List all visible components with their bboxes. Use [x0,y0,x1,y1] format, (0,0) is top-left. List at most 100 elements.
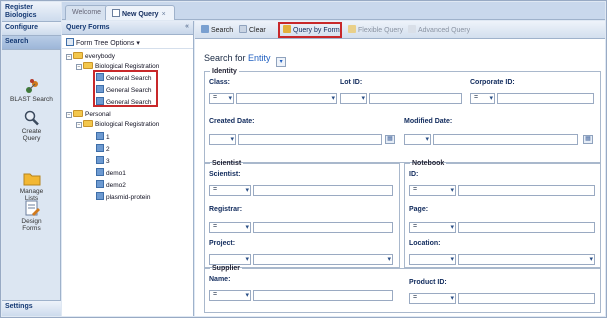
clear-button[interactable]: Clear [239,25,266,35]
search-button[interactable]: Search [201,25,233,35]
registrar-operator-dropdown[interactable]: = [209,222,251,233]
operator-value: = [213,291,218,298]
folder-icon [83,62,93,69]
collapse-panel-icon[interactable]: « [185,23,189,31]
scientist-operator-dropdown[interactable]: = [209,185,251,196]
tree-form-3[interactable]: 3 [96,156,110,166]
advanced-query-button[interactable]: Advanced Query [408,25,470,35]
lot-id-input[interactable] [369,93,462,104]
location-label: Location: [409,240,441,247]
created-date-input[interactable] [238,134,382,145]
design-forms-tool[interactable]: Design Forms [2,200,61,232]
calendar-icon[interactable]: ▦ [385,135,395,144]
scientist-input[interactable] [253,185,393,196]
location-value-dropdown[interactable] [458,254,595,265]
scientist-legend: Scientist [212,160,242,167]
modified-date-label: Modified Date: [404,118,453,125]
nav-register-biologics[interactable]: Register Biologics [2,2,61,22]
supplier-name-operator-dropdown[interactable]: = [209,290,251,301]
supplier-group: Supplier [204,265,601,313]
operator-value: = [213,186,218,193]
tree-folder-bio-registration-2[interactable]: − Biological Registration [76,120,159,129]
notebook-id-input[interactable] [458,185,595,196]
tree-label: Personal [85,111,111,118]
tree-label: demo2 [106,182,126,189]
create-query-tool[interactable]: Create Query [2,110,61,142]
tree-form-demo2[interactable]: demo2 [96,180,126,190]
modified-date-input[interactable] [433,134,578,145]
tab-welcome[interactable]: Welcome [65,5,109,20]
clear-icon [239,25,247,33]
nav-search[interactable]: Search [2,36,61,50]
close-tab-icon[interactable]: × [162,11,166,18]
tab-new-query[interactable]: New Query × [105,5,175,20]
tree-form-demo1[interactable]: demo1 [96,168,126,178]
highlight-box-general-search [93,70,158,107]
project-operator-dropdown[interactable] [209,254,251,265]
tree-folder-everybody[interactable]: − everybody [66,52,115,61]
advanced-query-label: Advanced Query [418,27,471,34]
identity-group: Identity [204,68,601,163]
search-for-entity-value[interactable]: Entity [248,53,271,63]
collapse-toggle-icon[interactable]: − [76,64,82,70]
page-input[interactable] [458,222,595,233]
highlight-box-query-by-form [278,22,342,38]
location-operator-dropdown[interactable] [409,254,456,265]
tree-label: 2 [106,146,110,153]
tree-label: 3 [106,158,110,165]
modified-date-operator-dropdown[interactable] [404,134,431,145]
identity-legend: Identity [212,68,237,75]
lot-id-operator-dropdown[interactable] [340,93,367,104]
tree-label: Biological Registration [95,121,160,128]
lot-id-label: Lot ID: [340,79,363,86]
search-button-label: Search [211,27,234,34]
tree-form-1[interactable]: 1 [96,132,110,142]
class-label: Class: [209,79,231,86]
project-value-dropdown[interactable] [253,254,393,265]
folder-icon [73,110,83,117]
tab-new-query-label: New Query [122,11,159,18]
created-date-label: Created Date: [209,118,255,125]
created-date-operator-dropdown[interactable] [209,134,236,145]
tree-form-2[interactable]: 2 [96,144,110,154]
search-icon [201,25,209,33]
scientist-label: Scientist: [209,171,241,178]
nav-configure[interactable]: Configure [2,22,61,36]
corporate-id-label: Corporate ID: [470,79,515,86]
collapse-toggle-icon[interactable]: − [66,54,72,60]
left-navigation: Register Biologics Configure Search BLAS… [2,2,61,316]
form-tree-options-button[interactable]: Form Tree Options ▾ [62,35,193,49]
form-doc-icon [96,144,104,152]
class-operator-dropdown[interactable]: = [209,93,234,104]
chevron-down-icon: ▾ [136,40,140,47]
collapse-toggle-icon[interactable]: − [76,122,82,128]
blast-search-tool[interactable]: BLAST Search [2,78,61,103]
flexible-query-button[interactable]: Flexible Query [348,25,403,35]
corporate-id-operator-dropdown[interactable]: = [470,93,495,104]
notebook-group: Notebook [404,160,601,268]
manage-lists-tool[interactable]: Manage Lists [2,170,61,202]
create-query-label: Create Query [21,128,42,142]
product-id-operator-dropdown[interactable]: = [409,293,456,304]
tree-form-plasmid-protein[interactable]: plasmid-protein [96,192,150,202]
product-id-input[interactable] [458,293,595,304]
corporate-id-input[interactable] [497,93,594,104]
page-operator-dropdown[interactable]: = [409,222,456,233]
supplier-legend: Supplier [212,265,241,272]
search-for-dropdown[interactable]: ▾ [276,57,287,67]
notebook-id-operator-dropdown[interactable]: = [409,185,456,196]
form-doc-icon [96,156,104,164]
nav-settings[interactable]: Settings [2,300,61,316]
tree-folder-personal[interactable]: − Personal [66,110,111,119]
form-doc-icon [96,132,104,140]
registrar-input[interactable] [253,222,393,233]
query-forms-title: Query Forms [66,24,110,31]
form-doc-icon [96,180,104,188]
class-value-dropdown[interactable] [236,93,337,104]
collapse-toggle-icon[interactable]: − [66,112,72,118]
calendar-icon[interactable]: ▦ [583,135,593,144]
form-doc-icon [96,192,104,200]
supplier-name-input[interactable] [253,290,393,301]
tree-label: 1 [106,134,110,141]
operator-value: = [213,223,218,230]
